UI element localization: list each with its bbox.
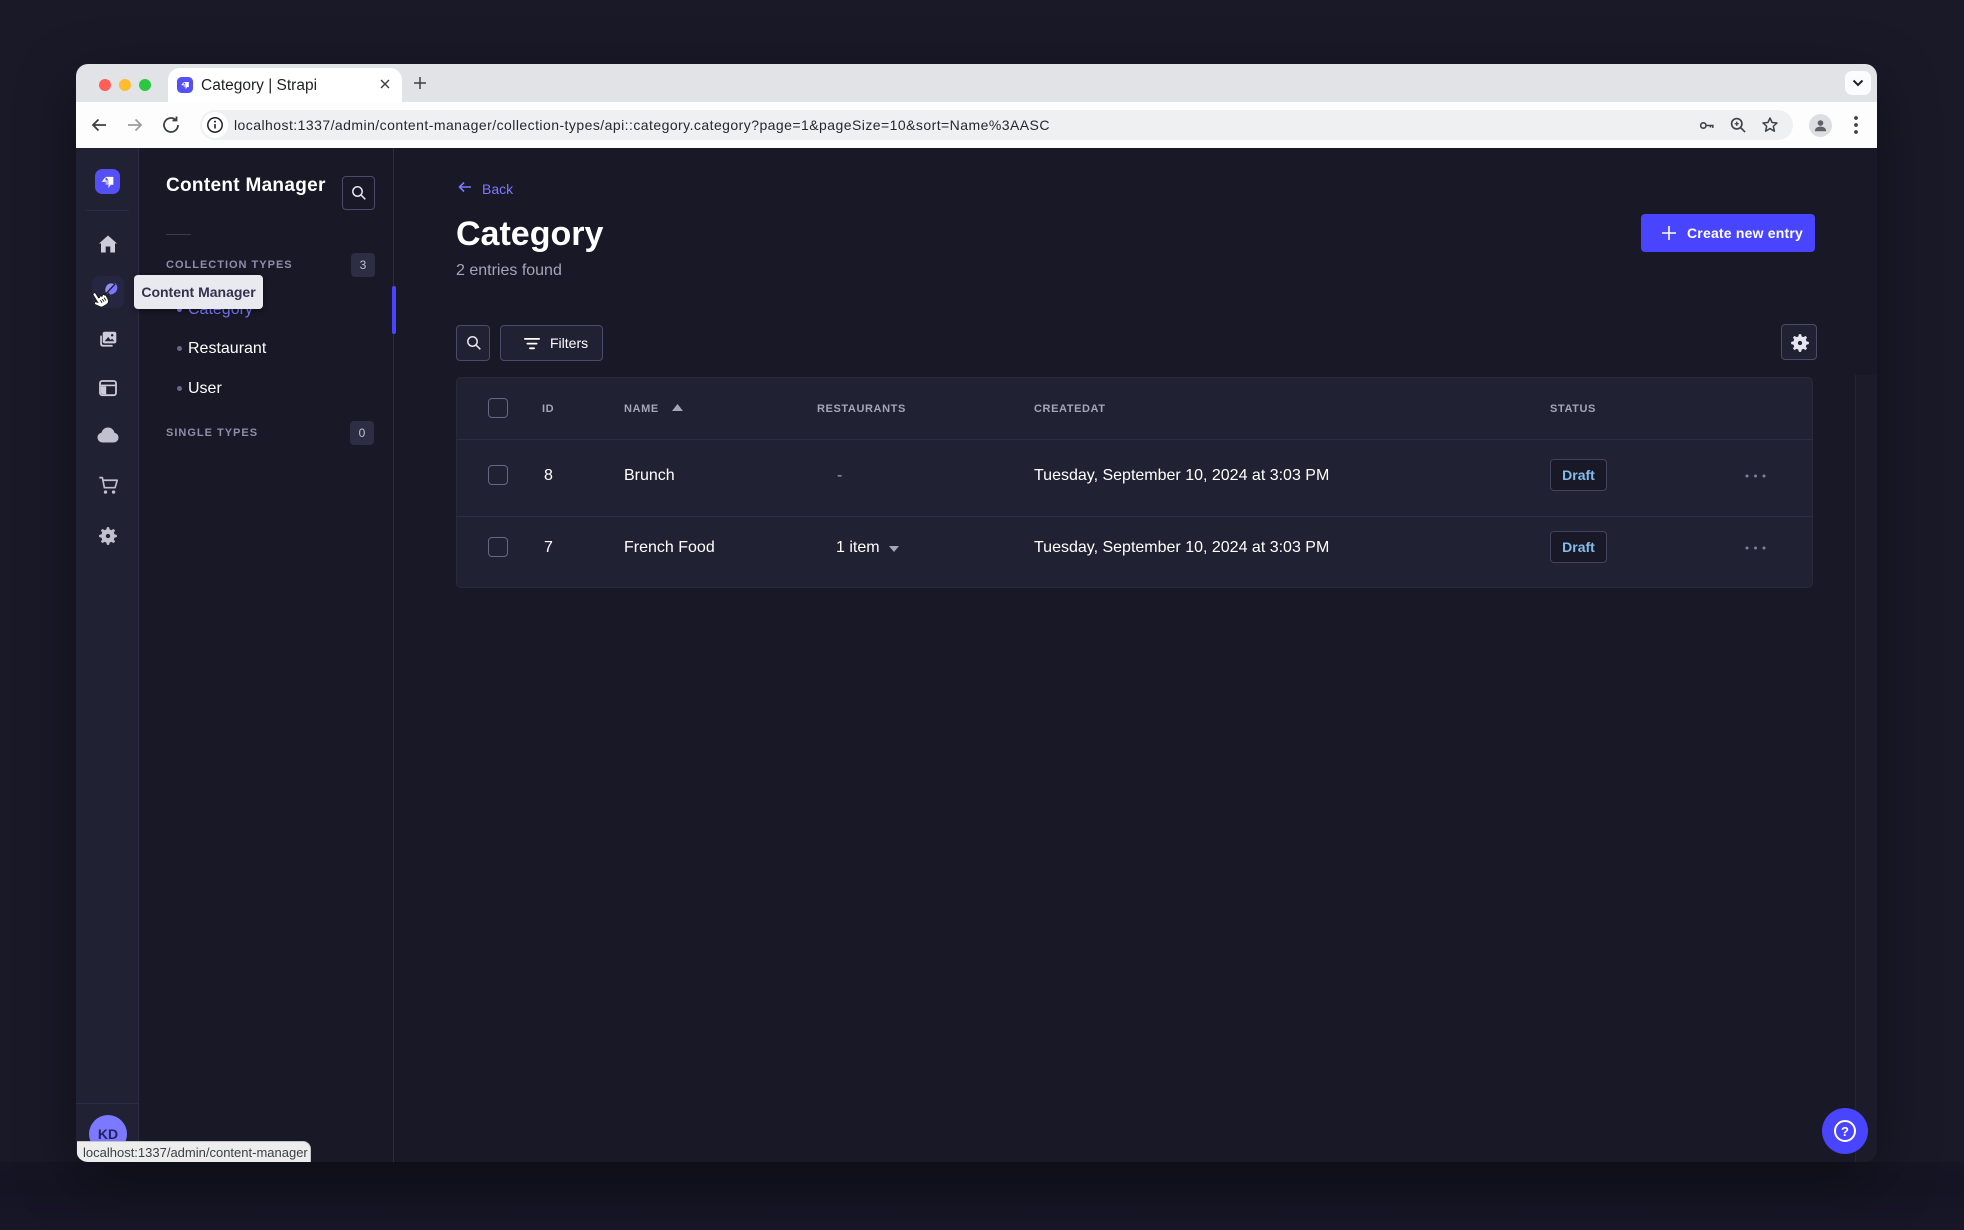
svg-text:?: ? <box>1841 1124 1849 1139</box>
